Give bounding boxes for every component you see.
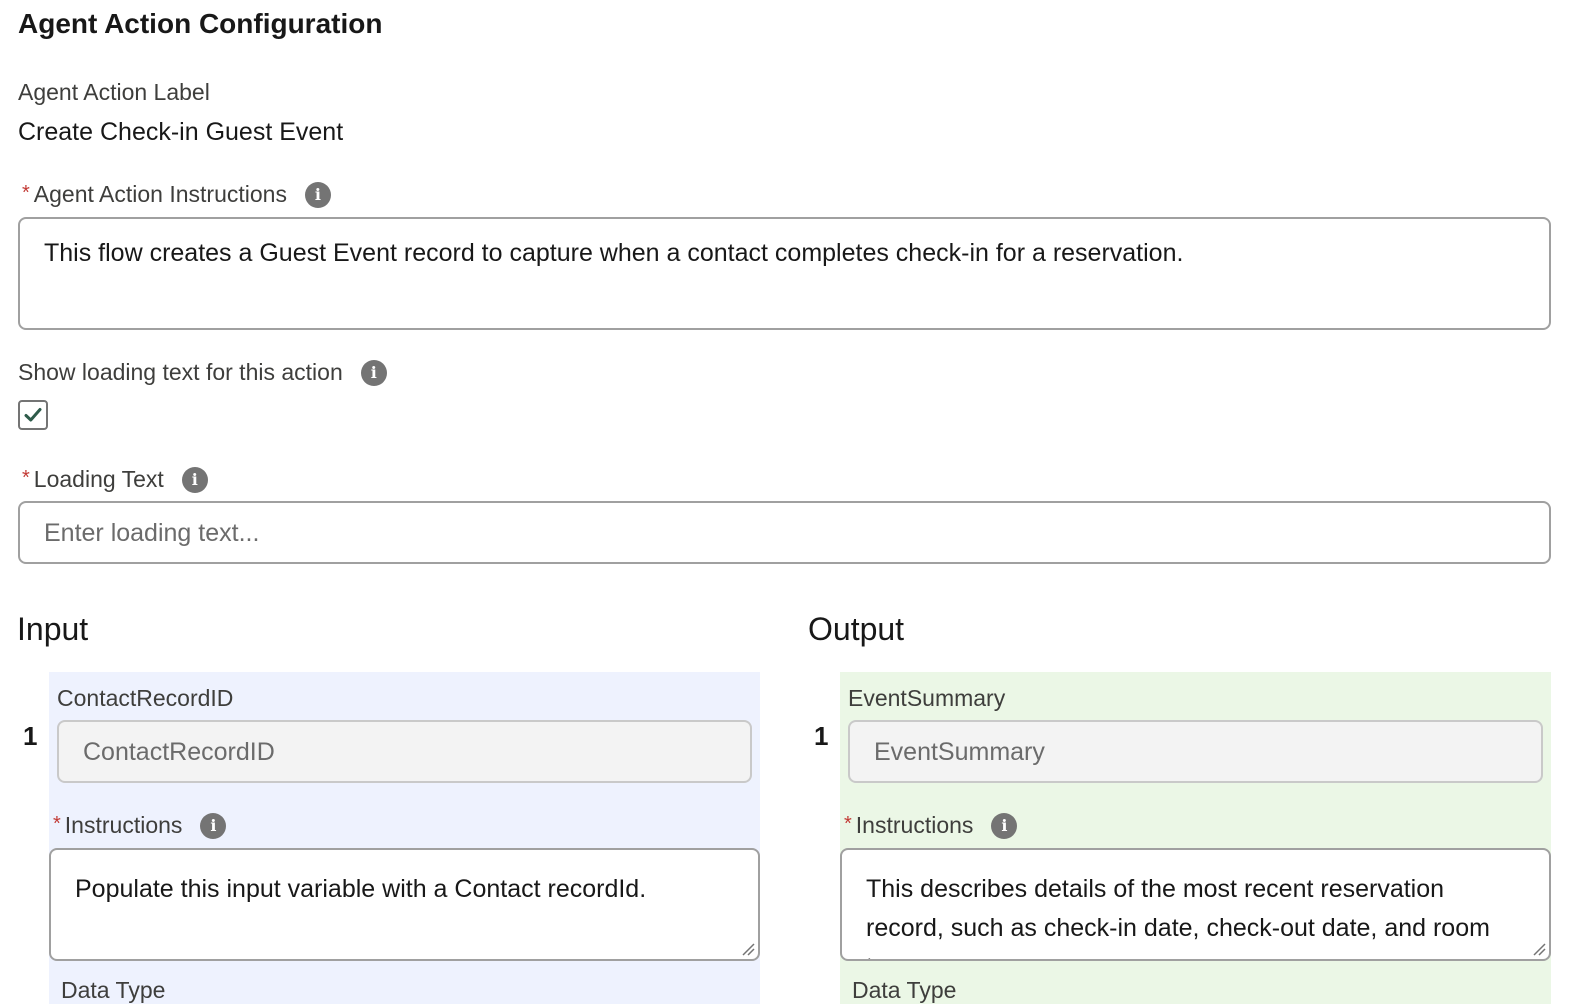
- resize-handle-icon[interactable]: [1530, 940, 1546, 956]
- output-instructions-value: This describes details of the most recen…: [866, 875, 1490, 959]
- output-data-type-label: Data Type: [852, 977, 957, 1003]
- output-name-label: EventSummary: [848, 685, 1006, 711]
- input-instructions-textarea[interactable]: Populate this input variable with a Cont…: [49, 848, 760, 961]
- resize-handle-icon[interactable]: [739, 940, 755, 956]
- output-name-field: EventSummary: [848, 720, 1543, 783]
- output-item-number: 1: [814, 721, 829, 751]
- required-marker: *: [844, 813, 852, 835]
- info-icon[interactable]: i: [181, 466, 208, 493]
- action-label-value: Create Check-in Guest Event: [18, 118, 344, 146]
- loading-text-placeholder: Enter loading text...: [44, 519, 260, 547]
- action-instructions-textarea[interactable]: This flow creates a Guest Event record t…: [18, 217, 1551, 330]
- info-icon[interactable]: i: [360, 359, 387, 386]
- checkmark-icon: [24, 408, 42, 422]
- input-data-type-label: Data Type: [61, 977, 166, 1003]
- input-name-field: ContactRecordID: [57, 720, 752, 783]
- input-name-value: ContactRecordID: [83, 738, 275, 766]
- loading-text-label: Loading Text: [33, 466, 164, 492]
- action-instructions-label-row: * Agent Action Instructions i: [22, 181, 331, 209]
- info-icon[interactable]: i: [304, 181, 331, 208]
- output-instructions-label-row: * Instructions i: [844, 812, 1018, 840]
- action-instructions-label: Agent Action Instructions: [33, 181, 287, 207]
- output-instructions-label: Instructions: [855, 812, 974, 838]
- show-loading-text-checkbox[interactable]: [18, 400, 48, 430]
- output-heading: Output: [808, 611, 905, 647]
- output-name-value: EventSummary: [874, 738, 1045, 766]
- input-heading: Input: [17, 611, 89, 647]
- input-item-number: 1: [23, 721, 38, 751]
- action-instructions-value: This flow creates a Guest Event record t…: [44, 239, 1184, 267]
- input-name-label: ContactRecordID: [57, 685, 234, 711]
- info-icon[interactable]: i: [991, 812, 1018, 839]
- loading-text-input[interactable]: Enter loading text...: [18, 501, 1551, 564]
- loading-toggle-label-row: Show loading text for this action i: [18, 359, 387, 387]
- info-icon[interactable]: i: [200, 812, 227, 839]
- page-title: Agent Action Configuration: [18, 8, 383, 39]
- action-label-caption: Agent Action Label: [18, 79, 210, 105]
- required-marker: *: [53, 813, 61, 835]
- output-instructions-textarea[interactable]: This describes details of the most recen…: [840, 848, 1551, 961]
- loading-toggle-label: Show loading text for this action: [18, 359, 343, 385]
- input-instructions-value: Populate this input variable with a Cont…: [75, 875, 647, 903]
- input-instructions-label-row: * Instructions i: [53, 812, 227, 840]
- required-marker: *: [22, 182, 30, 204]
- loading-text-label-row: * Loading Text i: [22, 466, 208, 494]
- input-instructions-label: Instructions: [64, 812, 183, 838]
- required-marker: *: [22, 467, 30, 489]
